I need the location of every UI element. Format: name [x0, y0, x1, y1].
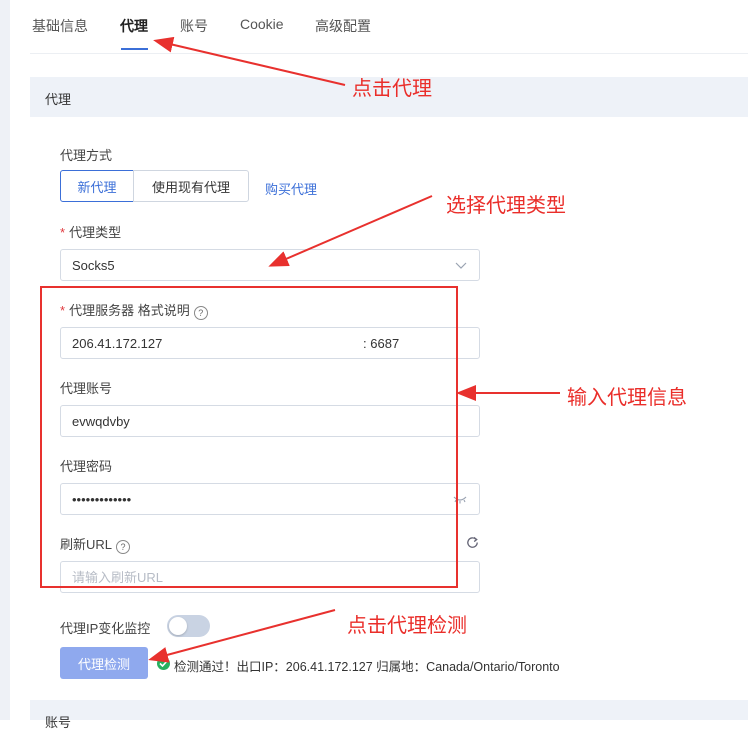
annotation-select-type: 选择代理类型: [446, 195, 566, 217]
annotation-click-check: 点击代理检测: [347, 615, 467, 637]
annotation-enter-info: 输入代理信息: [567, 387, 687, 409]
arrow-to-proxy-tab: [153, 36, 346, 86]
arrow-to-proxy-type: [268, 195, 433, 267]
arrow-to-check-button: [148, 609, 336, 663]
annotation-click-tab: 点击代理: [352, 78, 432, 100]
